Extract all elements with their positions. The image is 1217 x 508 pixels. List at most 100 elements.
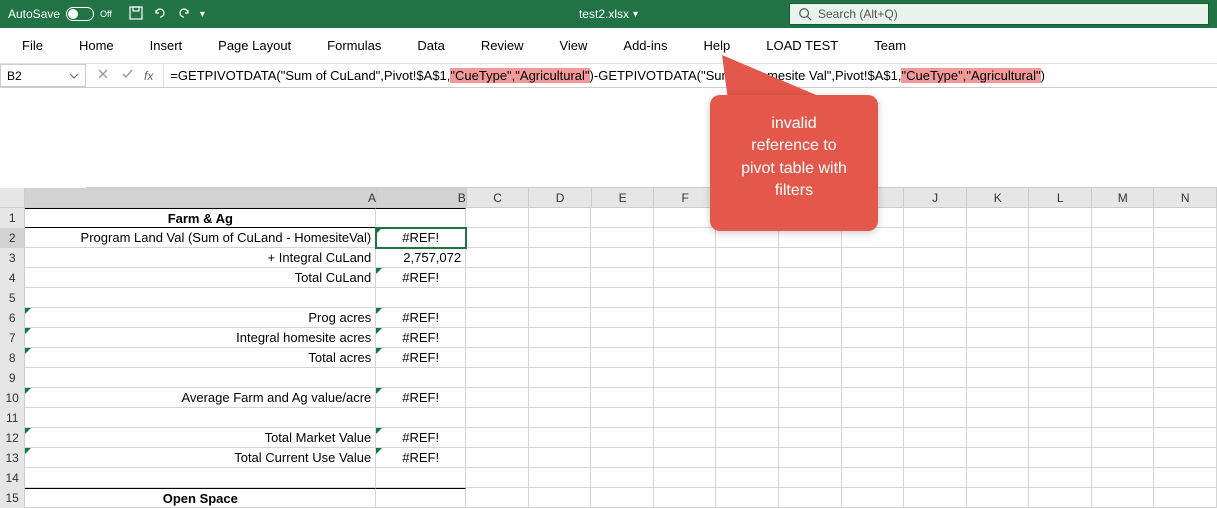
cell-empty[interactable] [529, 348, 592, 368]
cell-empty[interactable] [466, 308, 529, 328]
cell-empty[interactable] [654, 228, 717, 248]
cell-empty[interactable] [529, 428, 592, 448]
qat-dropdown-icon[interactable]: ▾ [200, 9, 205, 20]
col-header-k[interactable]: K [967, 188, 1030, 207]
cell-empty[interactable] [1092, 488, 1155, 508]
cell-empty[interactable] [591, 448, 654, 468]
cell-empty[interactable] [1154, 408, 1217, 428]
cell-b[interactable]: #REF! [376, 308, 466, 328]
cell-empty[interactable] [967, 448, 1030, 468]
cell-empty[interactable] [779, 448, 842, 468]
cell-b[interactable]: #REF! [376, 328, 466, 348]
row-header[interactable]: 7 [0, 328, 25, 348]
cell-empty[interactable] [842, 428, 905, 448]
cell-b[interactable]: 2,757,072 [376, 248, 466, 268]
row-header[interactable]: 3 [0, 248, 25, 268]
cell-empty[interactable] [1154, 388, 1217, 408]
cell-empty[interactable] [967, 428, 1030, 448]
col-header-c[interactable]: C [467, 188, 530, 207]
cell-empty[interactable] [466, 208, 529, 228]
col-header-j[interactable]: J [904, 188, 967, 207]
cell-empty[interactable] [967, 388, 1030, 408]
cell-empty[interactable] [1029, 428, 1092, 448]
cell-empty[interactable] [967, 308, 1030, 328]
cell-empty[interactable] [716, 448, 779, 468]
col-header-d[interactable]: D [529, 188, 592, 207]
cell-empty[interactable] [1092, 228, 1155, 248]
title-dropdown-icon[interactable]: ▾ [633, 9, 638, 20]
cell-a[interactable]: Farm & Ag [25, 208, 376, 228]
cell-empty[interactable] [654, 268, 717, 288]
cell-empty[interactable] [1092, 468, 1155, 488]
cell-empty[interactable] [716, 488, 779, 508]
cell-empty[interactable] [654, 248, 717, 268]
cell-b[interactable]: #REF! [376, 268, 466, 288]
cell-empty[interactable] [967, 268, 1030, 288]
cell-empty[interactable] [779, 388, 842, 408]
cell-empty[interactable] [591, 208, 654, 228]
cell-empty[interactable] [466, 268, 529, 288]
cell-empty[interactable] [1029, 388, 1092, 408]
cell-a[interactable]: Open Space [25, 488, 376, 508]
cell-empty[interactable] [1029, 328, 1092, 348]
cell-empty[interactable] [591, 428, 654, 448]
cell-empty[interactable] [466, 428, 529, 448]
cell-empty[interactable] [904, 308, 967, 328]
cell-empty[interactable] [904, 468, 967, 488]
cell-empty[interactable] [529, 388, 592, 408]
cell-empty[interactable] [591, 368, 654, 388]
row-header[interactable]: 10 [0, 388, 25, 408]
cell-empty[interactable] [779, 428, 842, 448]
cell-empty[interactable] [967, 348, 1030, 368]
cell-empty[interactable] [716, 268, 779, 288]
cell-empty[interactable] [842, 368, 905, 388]
cell-empty[interactable] [779, 328, 842, 348]
cell-b[interactable]: #REF! [376, 388, 466, 408]
cell-empty[interactable] [904, 368, 967, 388]
cell-empty[interactable] [904, 288, 967, 308]
spreadsheet-grid[interactable]: A B C D E F G H I J K L M N 1Farm & Ag2P… [0, 188, 1217, 507]
cell-a[interactable] [25, 408, 376, 428]
cancel-icon[interactable] [96, 67, 110, 84]
tab-page-layout[interactable]: Page Layout [204, 32, 305, 59]
cell-empty[interactable] [654, 468, 717, 488]
cell-empty[interactable] [1154, 308, 1217, 328]
row-header[interactable]: 5 [0, 288, 25, 308]
cell-empty[interactable] [591, 268, 654, 288]
cell-empty[interactable] [779, 468, 842, 488]
col-header-b[interactable]: B [377, 188, 467, 207]
cell-empty[interactable] [904, 328, 967, 348]
cell-empty[interactable] [466, 448, 529, 468]
cell-empty[interactable] [842, 488, 905, 508]
cell-empty[interactable] [967, 468, 1030, 488]
cell-b[interactable]: #REF! [376, 428, 466, 448]
cell-empty[interactable] [1029, 468, 1092, 488]
cell-empty[interactable] [842, 308, 905, 328]
col-header-l[interactable]: L [1029, 188, 1092, 207]
cell-empty[interactable] [904, 268, 967, 288]
cell-empty[interactable] [779, 268, 842, 288]
cell-empty[interactable] [842, 268, 905, 288]
cell-empty[interactable] [904, 388, 967, 408]
fx-icon[interactable]: fx [144, 69, 153, 83]
cell-empty[interactable] [1154, 268, 1217, 288]
cell-a[interactable] [25, 288, 376, 308]
cell-empty[interactable] [591, 228, 654, 248]
cell-empty[interactable] [904, 408, 967, 428]
cell-b[interactable] [376, 408, 466, 428]
cell-empty[interactable] [1092, 388, 1155, 408]
tab-insert[interactable]: Insert [136, 32, 197, 59]
cell-empty[interactable] [466, 328, 529, 348]
cell-empty[interactable] [842, 448, 905, 468]
cell-empty[interactable] [1029, 288, 1092, 308]
cell-empty[interactable] [529, 488, 592, 508]
cell-empty[interactable] [716, 408, 779, 428]
col-header-f[interactable]: F [654, 188, 717, 207]
cell-empty[interactable] [591, 328, 654, 348]
cell-empty[interactable] [1092, 368, 1155, 388]
cell-b[interactable]: #REF! [376, 228, 466, 248]
col-header-n[interactable]: N [1154, 188, 1217, 207]
cell-empty[interactable] [716, 468, 779, 488]
cell-empty[interactable] [591, 288, 654, 308]
redo-icon[interactable] [176, 5, 192, 24]
